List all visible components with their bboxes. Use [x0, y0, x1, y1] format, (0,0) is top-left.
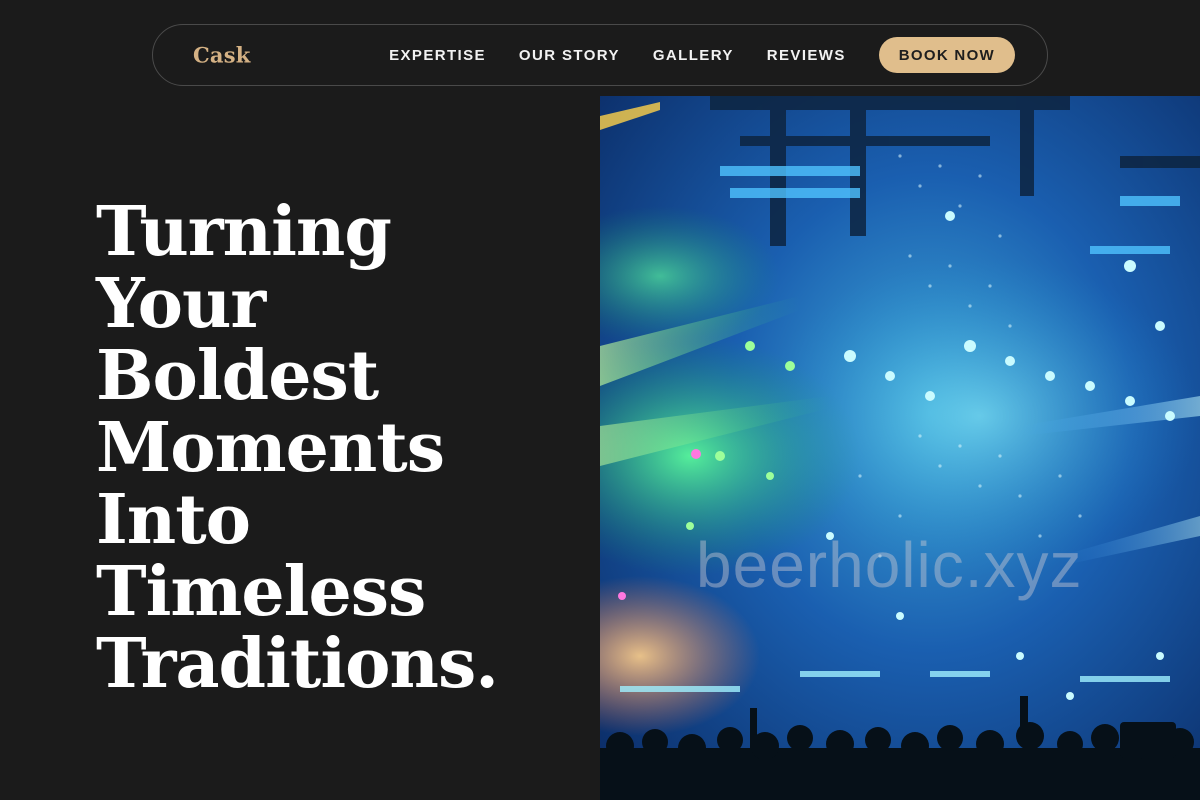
- hero-concert-image: beerholic.xyz: [600, 96, 1200, 800]
- nav-link-our-story[interactable]: OUR STORY: [519, 47, 620, 64]
- concert-scene-graphic: [600, 96, 1200, 800]
- nav-link-gallery[interactable]: GALLERY: [653, 47, 734, 64]
- nav-link-reviews[interactable]: REVIEWS: [767, 47, 846, 64]
- hero-title-line: Into: [96, 480, 251, 560]
- hero-title-line: Turning: [96, 192, 392, 272]
- hero-title: Turning Your Boldest Moments Into Timele…: [96, 196, 576, 700]
- book-now-button[interactable]: BOOK NOW: [878, 37, 1015, 73]
- brand-logo[interactable]: Cask: [193, 43, 251, 68]
- main-navigation: Cask EXPERTISE OUR STORY GALLERY REVIEWS…: [152, 24, 1048, 86]
- hero-title-line: Timeless: [96, 552, 426, 632]
- hero-title-line: Traditions.: [96, 624, 499, 704]
- hero-title-line: Boldest: [96, 336, 379, 416]
- nav-links: EXPERTISE OUR STORY GALLERY REVIEWS BOOK…: [389, 37, 1015, 73]
- nav-link-expertise[interactable]: EXPERTISE: [389, 47, 486, 64]
- hero-title-line: Moments: [96, 408, 445, 488]
- hero-title-line: Your: [96, 264, 266, 344]
